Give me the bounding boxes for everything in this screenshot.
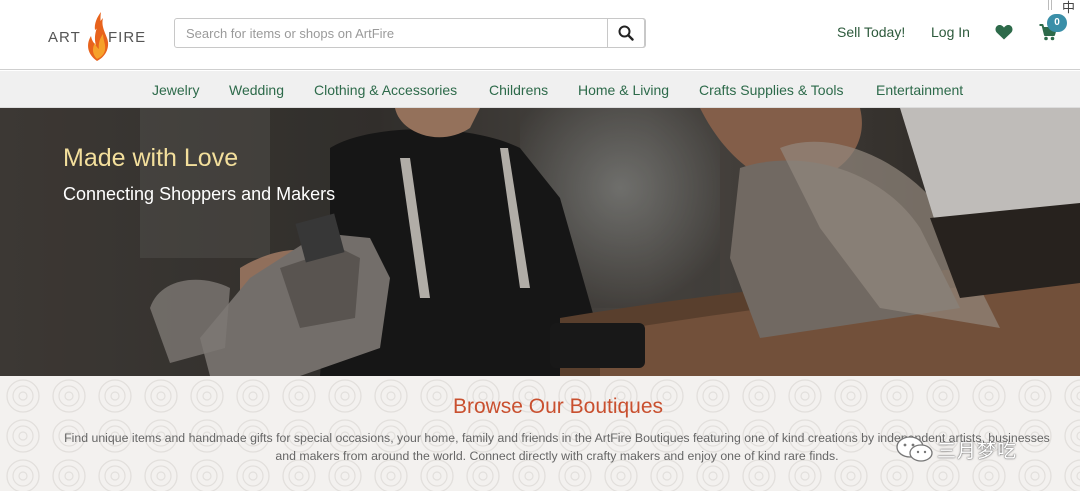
watermark-text: 三月梦吃	[937, 440, 1018, 462]
logo-text-art: ART	[48, 29, 81, 46]
category-crafts-supplies-tools[interactable]: Crafts Supplies & Tools	[699, 82, 843, 98]
artfire-logo[interactable]: ART FIRE	[48, 10, 148, 62]
search-bar	[174, 18, 646, 48]
search-icon	[618, 25, 634, 41]
search-input[interactable]	[175, 19, 609, 47]
watermark: 三月梦吃	[895, 430, 1055, 470]
chat-bubbles-icon	[896, 436, 933, 462]
category-jewelry[interactable]: Jewelry	[152, 82, 199, 98]
flame-icon	[88, 12, 109, 61]
hero-subtitle: Connecting Shoppers and Makers	[63, 184, 336, 204]
window-edge-marker	[1048, 0, 1052, 10]
category-childrens[interactable]: Childrens	[489, 82, 548, 98]
sell-today-link[interactable]: Sell Today!	[837, 24, 905, 40]
category-nav: Jewelry Wedding Clothing & Accessories C…	[0, 71, 1080, 108]
category-clothing-accessories[interactable]: Clothing & Accessories	[314, 82, 457, 98]
category-home-living[interactable]: Home & Living	[578, 82, 669, 98]
site-header: ART FIRE Sell Today! Log In 0 中	[0, 0, 1080, 70]
login-link[interactable]: Log In	[931, 24, 970, 40]
heart-icon[interactable]	[995, 24, 1013, 40]
logo-text-fire: FIRE	[108, 29, 147, 46]
category-entertainment[interactable]: Entertainment	[876, 82, 963, 98]
language-glyph[interactable]: 中	[1062, 0, 1075, 16]
hero-banner[interactable]: Made with Love Connecting Shoppers and M…	[0, 108, 1080, 376]
hero-title: Made with Love	[63, 144, 239, 172]
search-button[interactable]	[607, 18, 645, 48]
cart-count-badge: 0	[1047, 14, 1067, 32]
category-wedding[interactable]: Wedding	[229, 82, 284, 98]
boutiques-title: Browse Our Boutiques	[452, 395, 664, 418]
